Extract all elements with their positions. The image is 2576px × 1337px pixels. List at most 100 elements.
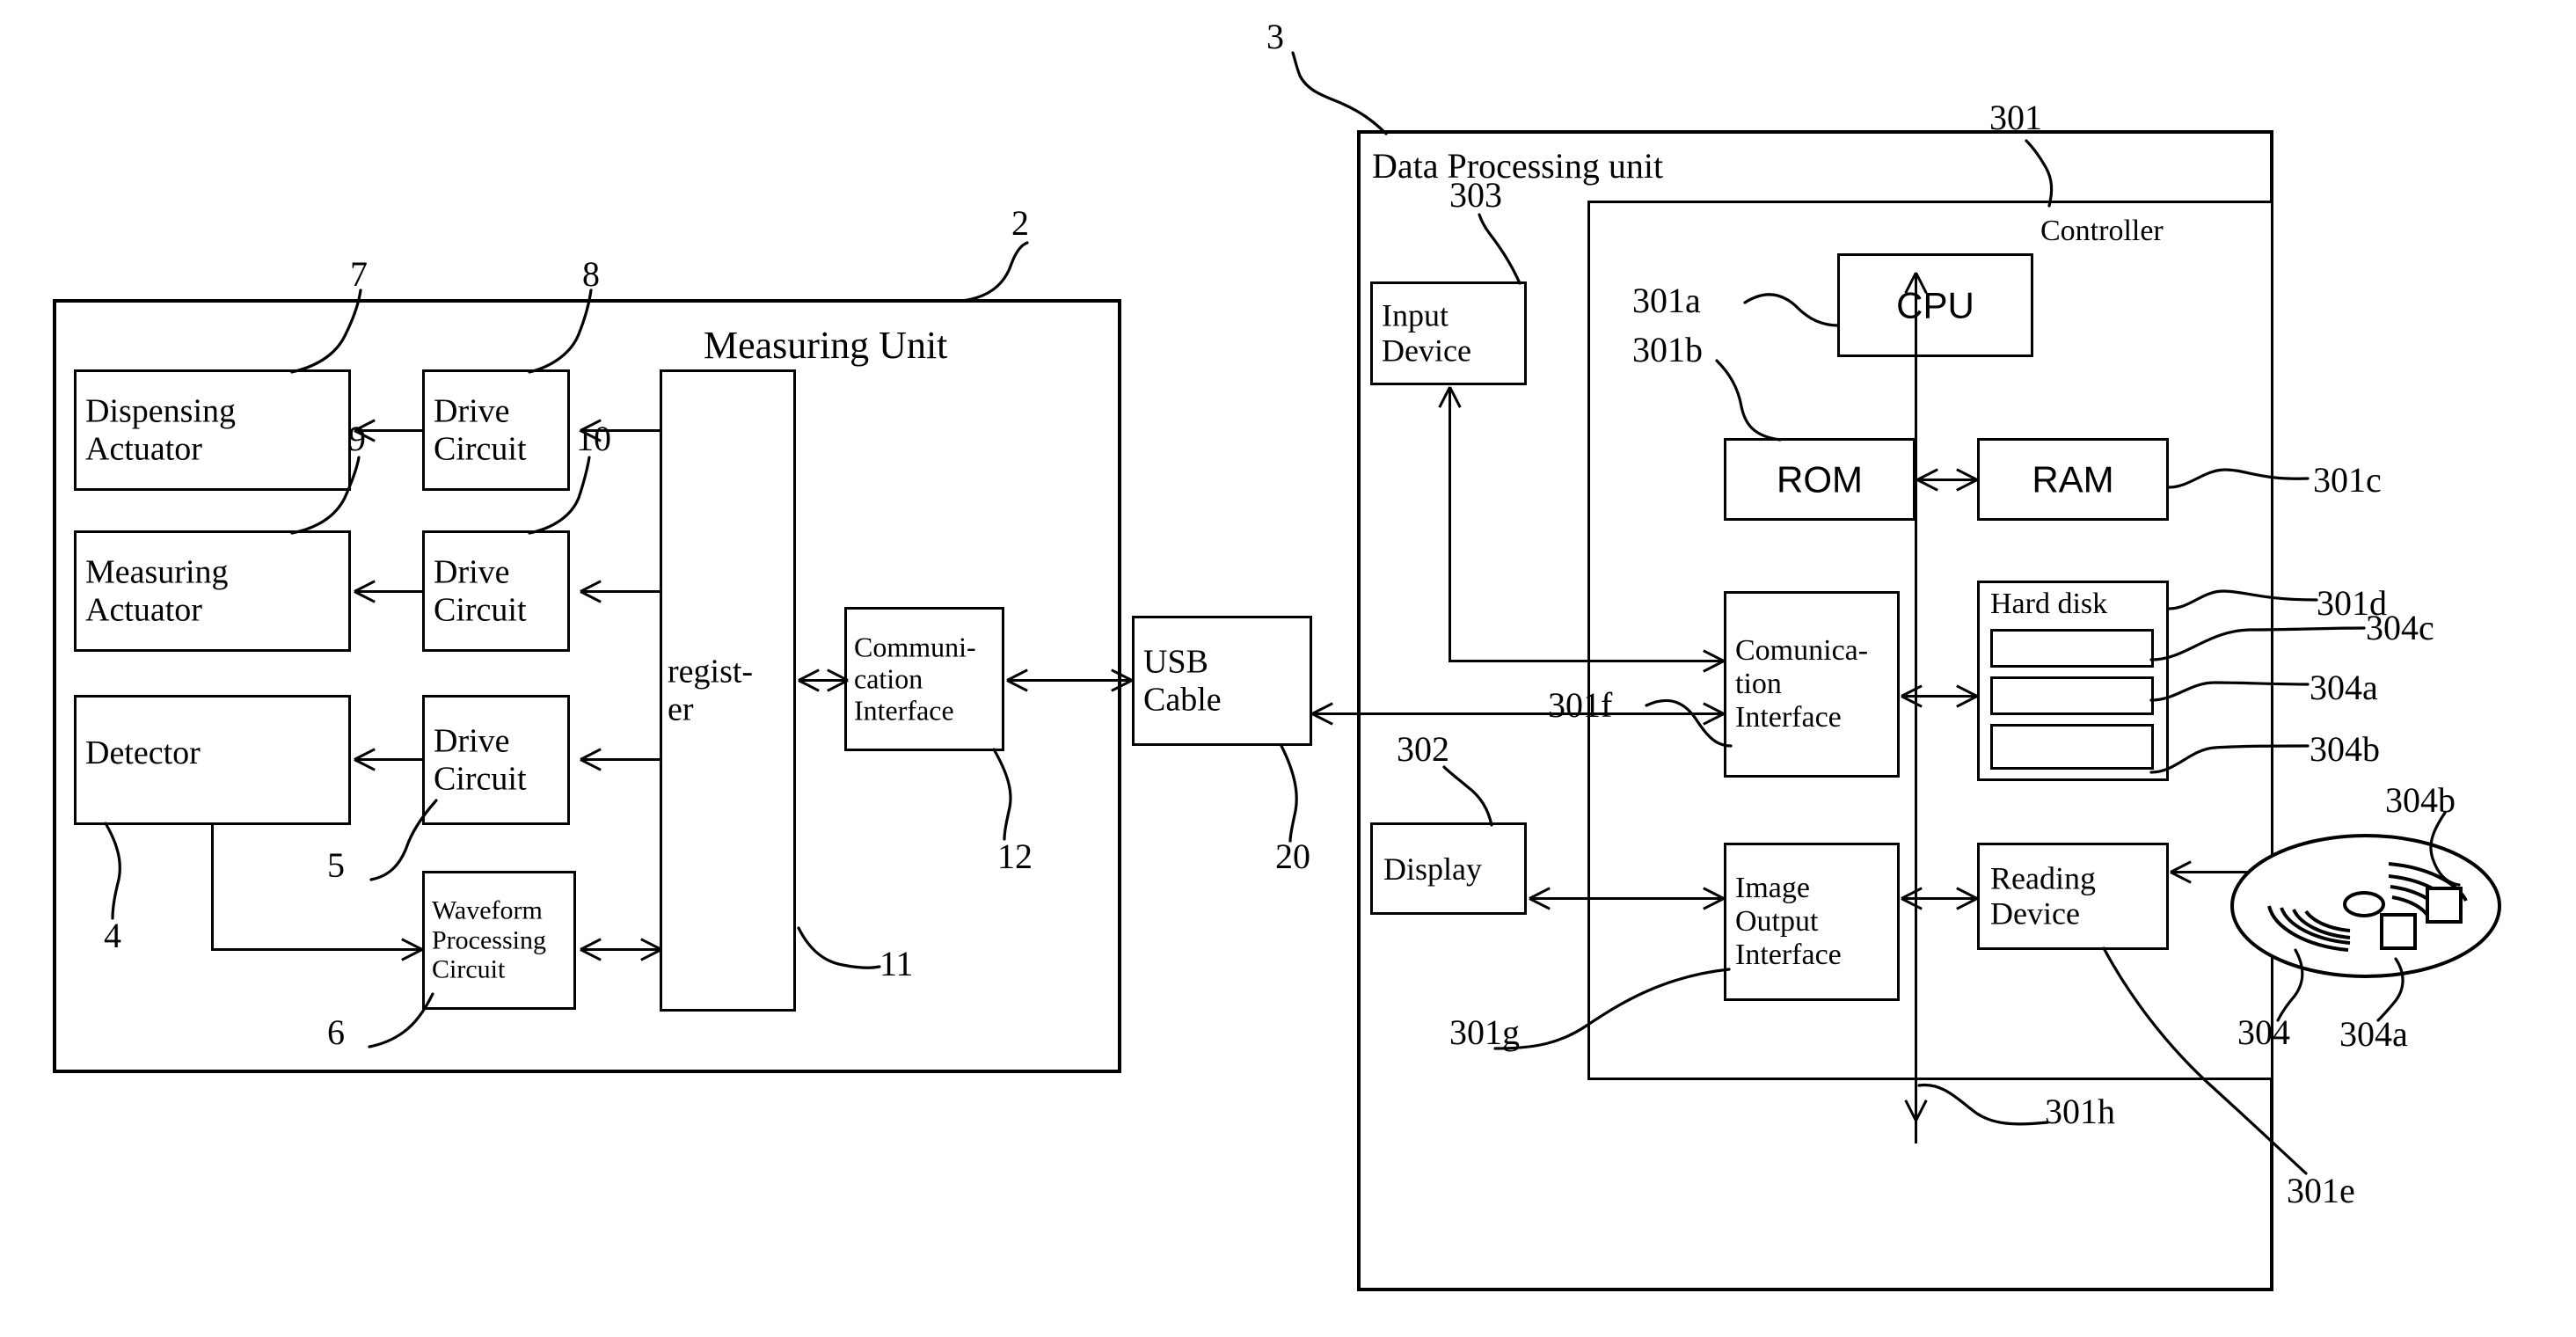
conn-bus-reading-device	[1901, 897, 1977, 900]
block-image-output-interface-label: Image Output Interface	[1735, 871, 1842, 972]
leader-line-304b-disc	[2429, 811, 2461, 887]
ref-304c: 304c	[2366, 608, 2434, 647]
block-dp-communication-interface: Comunica- tion Interface	[1724, 591, 1900, 778]
conn-dc2-measuring	[356, 590, 424, 593]
ref-301h: 301h	[2045, 1092, 2115, 1131]
block-waveform-processing-circuit-label: Waveform Processing Circuit	[432, 895, 546, 984]
leader-line-301b	[1715, 359, 1782, 442]
hard-disk-partition-304c	[1990, 629, 2154, 668]
block-register: regist- er	[660, 369, 796, 1012]
ref-301c: 301c	[2313, 460, 2382, 500]
conn-bus-ram	[1917, 479, 1977, 481]
block-dispensing-actuator-label: Dispensing Actuator	[85, 392, 236, 467]
leader-line-301d	[2167, 589, 2318, 610]
leader-line-301a	[1743, 293, 1840, 327]
block-display-label: Display	[1383, 851, 1482, 887]
conn-detector-down	[211, 823, 214, 951]
ref-304a-disc: 304a	[2339, 1014, 2408, 1054]
measuring-unit-title: Measuring Unit	[704, 324, 948, 367]
ref-3: 3	[1266, 17, 1284, 56]
block-display: Display	[1370, 822, 1527, 915]
ref-302: 302	[1397, 729, 1449, 769]
block-hard-disk: Hard disk	[1977, 581, 2169, 781]
ref-301a: 301a	[1632, 281, 1701, 320]
ref-12: 12	[997, 837, 1033, 876]
controller-title: Controller	[2040, 215, 2164, 247]
conn-register-dc3	[580, 758, 661, 761]
ref-304: 304	[2237, 1012, 2290, 1052]
leader-line-303	[1478, 213, 1522, 285]
block-input-device-label: Input Device	[1382, 297, 1471, 369]
conn-register-dc2	[580, 590, 661, 593]
block-communication-interface: Communi- cation Interface	[844, 607, 1004, 751]
block-drive-circuit-2: Drive Circuit	[422, 530, 570, 652]
leader-line-10	[528, 456, 591, 535]
ref-4: 4	[104, 916, 121, 955]
hard-disk-partition-304a	[1990, 676, 2154, 715]
block-rom-label: ROM	[1777, 458, 1863, 500]
block-measuring-actuator-label: Measuring Actuator	[85, 553, 229, 628]
block-usb-cable: USB Cable	[1132, 616, 1312, 746]
conn-register-dc1	[580, 429, 661, 432]
block-communication-interface-label: Communi- cation Interface	[854, 631, 976, 726]
block-reading-device: Reading Device	[1977, 843, 2169, 950]
leader-line-301	[2025, 139, 2054, 208]
conn-waveform-register	[580, 948, 661, 951]
leader-line-8	[528, 289, 593, 374]
ref-301e: 301e	[2287, 1171, 2355, 1210]
leader-line-3	[1291, 51, 1388, 135]
leader-line-301g	[1493, 968, 1731, 1050]
leader-line-20	[1280, 744, 1298, 843]
leader-line-304c	[2149, 626, 2366, 661]
leader-line-7	[290, 289, 362, 374]
conn-dc1-dispensing	[356, 429, 424, 432]
leader-line-302	[1442, 765, 1493, 827]
ref-6: 6	[327, 1012, 345, 1052]
block-measuring-actuator: Measuring Actuator	[74, 530, 351, 652]
ref-304b-disc: 304b	[2385, 780, 2456, 820]
block-ram: RAM	[1977, 438, 2169, 521]
ref-301f: 301f	[1548, 685, 1613, 725]
leader-line-4	[104, 822, 121, 920]
conn-commif-usb	[1007, 679, 1132, 682]
leader-line-11	[797, 926, 881, 969]
leader-line-301h	[1917, 1083, 2049, 1126]
ref-5: 5	[327, 845, 345, 885]
leader-line-5	[369, 799, 438, 881]
leader-line-304a	[2149, 681, 2310, 702]
leader-line-9	[290, 456, 361, 535]
leader-line-301c	[2167, 468, 2310, 489]
block-reading-device-label: Reading Device	[1990, 860, 2096, 932]
conn-dc3-detector	[356, 758, 424, 761]
ref-303: 303	[1449, 175, 1502, 215]
block-drive-circuit-3-label: Drive Circuit	[434, 722, 527, 797]
block-rom: ROM	[1724, 438, 1916, 521]
ref-301g: 301g	[1449, 1012, 1520, 1052]
block-register-label: regist- er	[668, 653, 754, 727]
ref-2: 2	[1011, 203, 1029, 243]
block-drive-circuit-3: Drive Circuit	[422, 695, 570, 825]
block-dp-communication-interface-label: Comunica- tion Interface	[1735, 633, 1869, 734]
leader-line-12	[992, 748, 1012, 841]
ref-304a: 304a	[2310, 668, 2378, 707]
block-image-output-interface: Image Output Interface	[1724, 843, 1900, 1001]
block-usb-cable-label: USB Cable	[1143, 643, 1222, 718]
block-hard-disk-label: Hard disk	[1990, 588, 2108, 620]
conn-register-commif	[799, 679, 848, 682]
ref-20: 20	[1275, 837, 1310, 876]
ref-8: 8	[582, 254, 600, 294]
block-detector: Detector	[74, 695, 351, 825]
conn-display-imageout	[1529, 897, 1724, 900]
block-ram-label: RAM	[2032, 458, 2114, 500]
block-input-device: Input Device	[1370, 281, 1527, 385]
leader-line-301f	[1645, 698, 1733, 748]
leader-line-304b	[2149, 744, 2310, 774]
conn-commif-to-inputpath	[1449, 660, 1724, 662]
conn-usb-dp-commif	[1312, 712, 1724, 715]
leader-line-2	[960, 241, 1029, 303]
ref-11: 11	[879, 944, 914, 983]
block-cpu: CPU	[1837, 253, 2033, 357]
ref-7: 7	[350, 254, 368, 294]
block-detector-label: Detector	[85, 734, 201, 771]
conn-detector-waveform	[211, 948, 422, 951]
